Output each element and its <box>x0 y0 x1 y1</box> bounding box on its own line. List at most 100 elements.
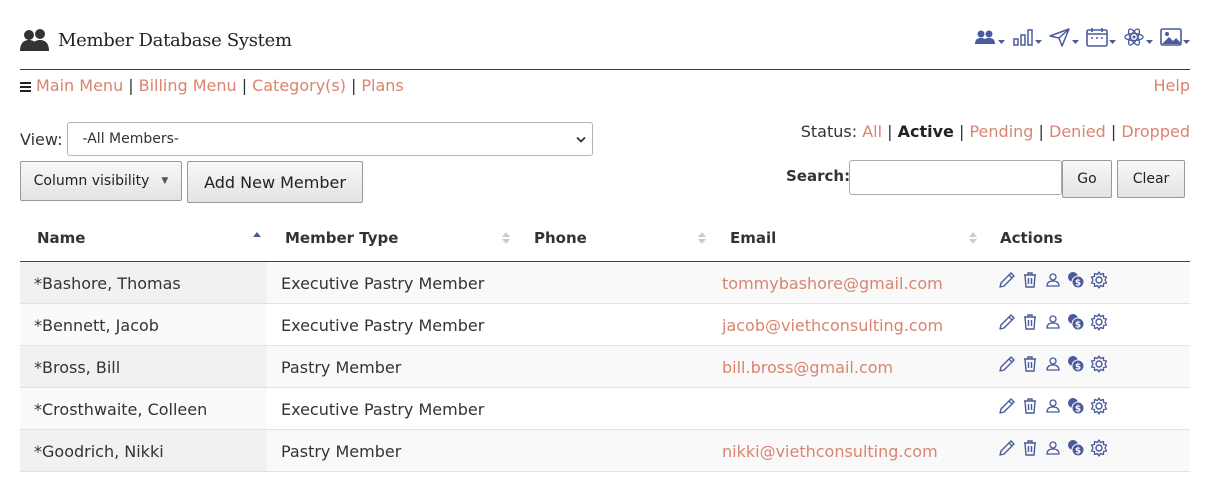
svg-text:$: $ <box>1075 321 1081 331</box>
members-menu-button[interactable] <box>974 26 1005 48</box>
add-new-member-button[interactable]: Add New Member <box>187 161 363 203</box>
messaging-menu-button[interactable] <box>1048 26 1079 48</box>
hamburger-icon[interactable] <box>20 81 31 92</box>
status-denied-link[interactable]: Denied <box>1049 122 1106 141</box>
row-actions: $ <box>997 312 1109 332</box>
status-all-link[interactable]: All <box>862 122 882 141</box>
media-menu-button[interactable] <box>1159 26 1190 48</box>
edit-pencil-icon[interactable] <box>997 270 1017 290</box>
status-active-current[interactable]: Active <box>898 122 954 141</box>
sort-icon[interactable] <box>502 231 510 245</box>
clear-button[interactable]: Clear <box>1117 160 1185 198</box>
view-label: View: <box>20 129 63 149</box>
edit-pencil-icon[interactable] <box>997 354 1017 374</box>
table-row: *Bashore, Thomas Executive Pastry Member… <box>20 262 1190 304</box>
svg-text:$: $ <box>1075 279 1081 289</box>
user-profile-icon[interactable] <box>1043 270 1063 290</box>
table-row: *Bross, Bill Pastry Member bill.bross@gm… <box>20 346 1190 388</box>
reports-menu-button[interactable] <box>1011 26 1042 48</box>
search-label: Search: <box>786 167 851 185</box>
table-row: *Goodrich, Nikki Pastry Member nikki@vie… <box>20 430 1190 472</box>
users-icon <box>20 29 49 51</box>
svg-text:$: $ <box>1075 447 1081 457</box>
settings-gear-icon[interactable] <box>1089 270 1109 290</box>
delete-trash-icon[interactable] <box>1020 354 1040 374</box>
status-separator: | <box>887 122 893 141</box>
member-email-link[interactable]: nikki@viethconsulting.com <box>722 442 938 461</box>
plans-link[interactable]: Plans <box>361 76 403 95</box>
user-profile-icon[interactable] <box>1043 312 1063 332</box>
column-visibility-label: Column visibility <box>33 173 150 189</box>
billing-coins-icon[interactable]: $ <box>1066 312 1086 332</box>
billing-coins-icon[interactable]: $ <box>1066 396 1086 416</box>
member-email-link[interactable]: bill.bross@gmail.com <box>722 358 893 377</box>
delete-trash-icon[interactable] <box>1020 396 1040 416</box>
help-link[interactable]: Help <box>1154 76 1190 95</box>
view-select-value: -All Members- <box>82 131 179 147</box>
status-separator: | <box>1038 122 1044 141</box>
menu-separator: | <box>350 76 357 95</box>
billing-menu-link[interactable]: Billing Menu <box>139 76 237 95</box>
calendar-icon <box>1086 28 1108 47</box>
user-profile-icon[interactable] <box>1043 438 1063 458</box>
member-type: Pastry Member <box>281 442 402 461</box>
column-header-phone[interactable]: Phone <box>534 229 587 247</box>
menu-bar: Main Menu | Billing Menu | Category(s) |… <box>20 76 1190 96</box>
atom-icon <box>1124 28 1144 46</box>
app-header: Member Database System <box>20 26 1190 70</box>
chevron-down-icon <box>1035 40 1042 44</box>
sort-icon[interactable] <box>698 231 706 245</box>
chevron-down-icon <box>576 136 587 143</box>
chevron-down-icon <box>998 40 1005 44</box>
members-table: Name Member Type Phone Email Actions *Ba… <box>20 219 1190 472</box>
chevron-down-icon <box>1183 40 1190 44</box>
settings-gear-icon[interactable] <box>1089 312 1109 332</box>
caret-down-icon: ▼ <box>161 176 169 186</box>
view-select[interactable]: -All Members- <box>67 122 594 156</box>
settings-gear-icon[interactable] <box>1089 438 1109 458</box>
billing-coins-icon[interactable]: $ <box>1066 438 1086 458</box>
user-profile-icon[interactable] <box>1043 396 1063 416</box>
member-name: *Bross, Bill <box>34 358 121 377</box>
send-icon <box>1049 28 1070 47</box>
member-email-link[interactable]: jacob@viethconsulting.com <box>722 316 943 335</box>
events-menu-button[interactable] <box>1085 26 1116 48</box>
column-visibility-button[interactable]: Column visibility ▼ <box>20 161 182 201</box>
table-row: *Crosthwaite, Colleen Executive Pastry M… <box>20 388 1190 430</box>
column-header-member-type[interactable]: Member Type <box>285 229 398 247</box>
edit-pencil-icon[interactable] <box>997 312 1017 332</box>
go-button[interactable]: Go <box>1062 160 1112 198</box>
settings-gear-icon[interactable] <box>1089 396 1109 416</box>
delete-trash-icon[interactable] <box>1020 312 1040 332</box>
status-filter: Status: All | Active | Pending | Denied … <box>801 122 1190 141</box>
status-label: Status: <box>800 122 858 141</box>
column-header-actions: Actions <box>1000 229 1063 247</box>
edit-pencil-icon[interactable] <box>997 438 1017 458</box>
column-header-name[interactable]: Name <box>37 229 85 247</box>
users-icon <box>975 30 995 44</box>
integrations-menu-button[interactable] <box>1122 26 1153 48</box>
delete-trash-icon[interactable] <box>1020 270 1040 290</box>
sort-icon[interactable] <box>969 231 977 245</box>
svg-text:$: $ <box>1075 363 1081 373</box>
column-header-email[interactable]: Email <box>730 229 776 247</box>
main-menu-link[interactable]: Main Menu <box>36 76 123 95</box>
billing-coins-icon[interactable]: $ <box>1066 270 1086 290</box>
billing-coins-icon[interactable]: $ <box>1066 354 1086 374</box>
status-dropped-link[interactable]: Dropped <box>1121 122 1190 141</box>
user-profile-icon[interactable] <box>1043 354 1063 374</box>
status-pending-link[interactable]: Pending <box>969 122 1033 141</box>
search-input[interactable] <box>849 160 1062 195</box>
row-actions: $ <box>997 438 1109 458</box>
member-type: Executive Pastry Member <box>281 400 485 419</box>
settings-gear-icon[interactable] <box>1089 354 1109 374</box>
edit-pencil-icon[interactable] <box>997 396 1017 416</box>
view-filter: View: -All Members- <box>20 122 594 156</box>
sort-ascending-icon[interactable] <box>253 231 261 245</box>
delete-trash-icon[interactable] <box>1020 438 1040 458</box>
category-link[interactable]: Category(s) <box>252 76 346 95</box>
member-type: Executive Pastry Member <box>281 316 485 335</box>
row-actions: $ <box>997 396 1109 416</box>
member-email-link[interactable]: tommybashore@gmail.com <box>722 274 943 293</box>
member-name: *Crosthwaite, Colleen <box>34 400 208 419</box>
